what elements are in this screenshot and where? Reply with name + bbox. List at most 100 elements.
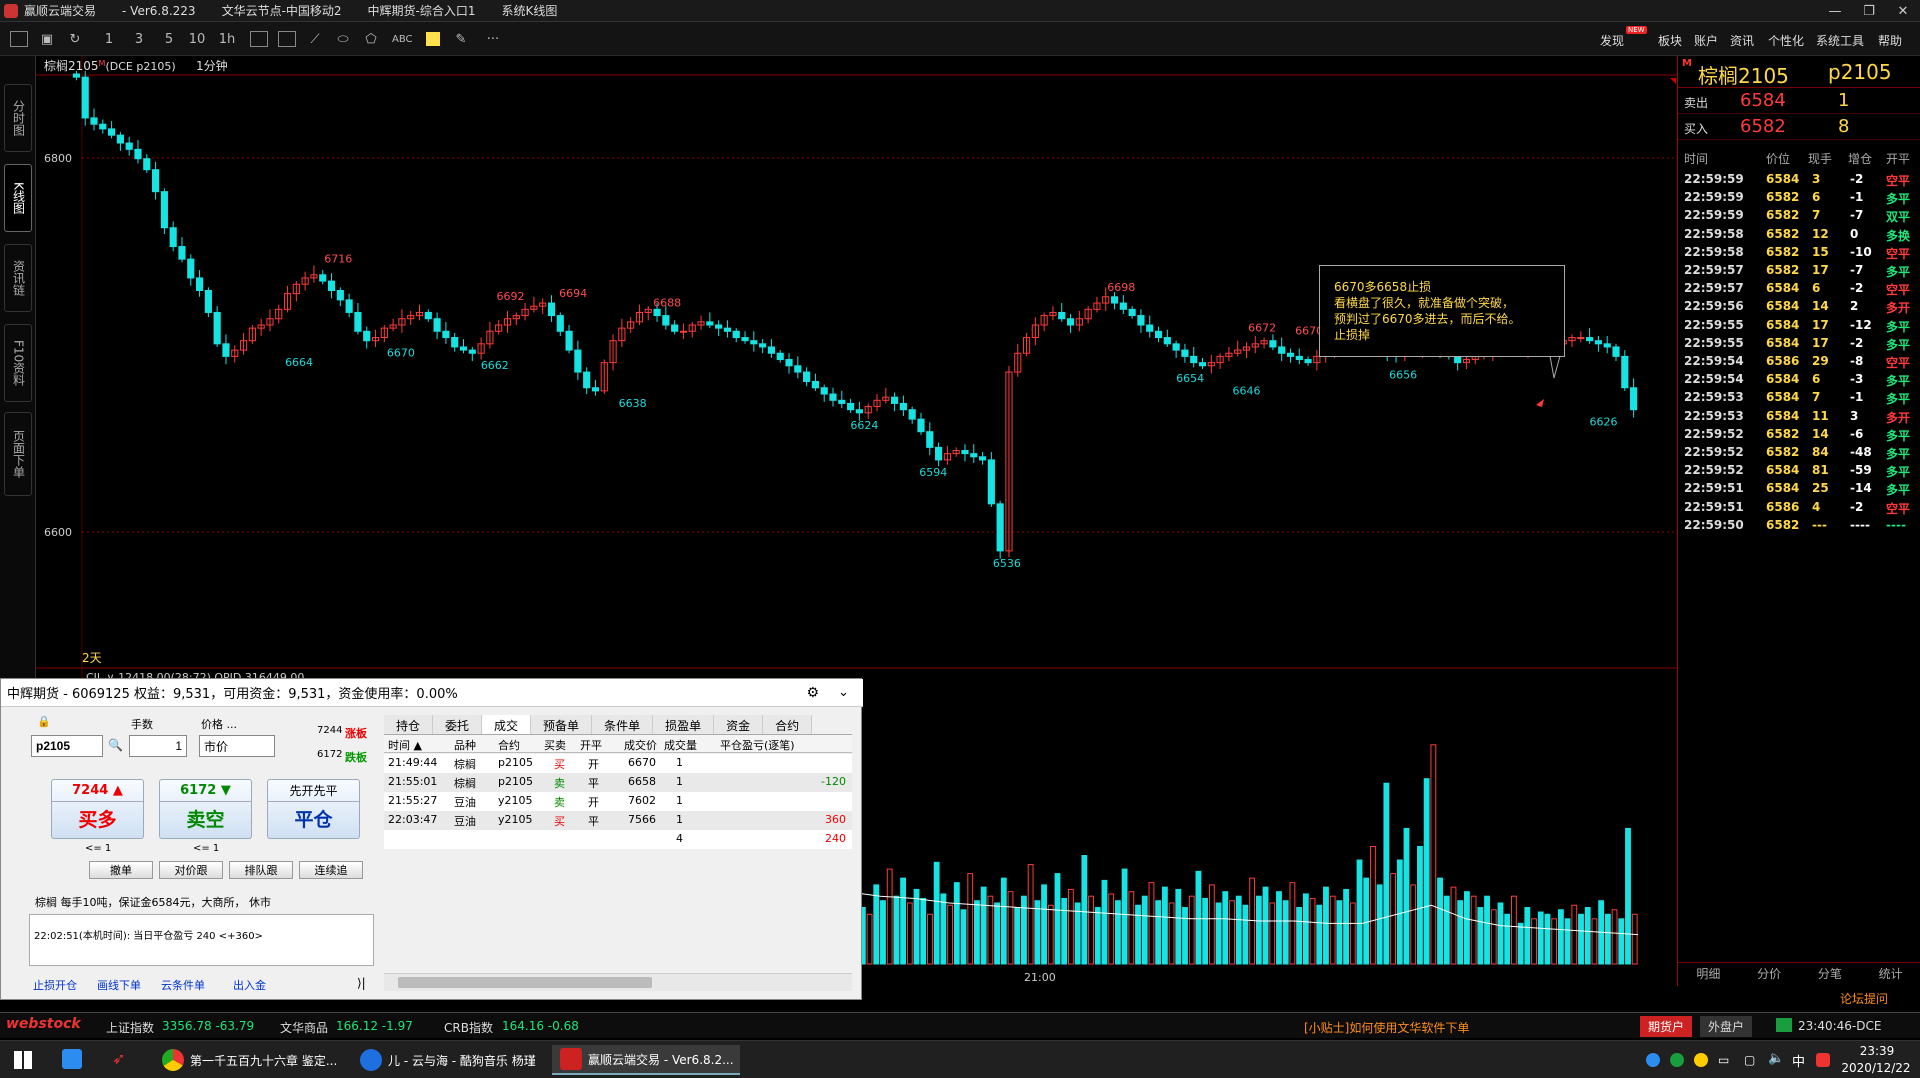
fill-row[interactable]: 21:55:01 棕榈 p2105 卖 平 6658 1 -120: [384, 773, 852, 792]
text-tool[interactable]: ABC: [392, 30, 413, 48]
contract-input[interactable]: [31, 735, 103, 757]
tray-monitor-icon[interactable]: ▢: [1744, 1053, 1755, 1067]
save-icon[interactable]: ▣: [38, 30, 56, 48]
col-openclose[interactable]: 开平: [580, 737, 602, 753]
futures-account-button[interactable]: 期货户: [1640, 1016, 1693, 1037]
tab-f10[interactable]: F10资料: [4, 324, 32, 402]
more-icon[interactable]: ···: [484, 30, 502, 48]
col-product[interactable]: 品种: [454, 737, 476, 753]
collapse-icon[interactable]: ⌄: [838, 685, 849, 700]
tray-volume-icon[interactable]: 🔈: [1768, 1051, 1784, 1066]
fill-row[interactable]: 22:03:47 豆油 y2105 买 平 7566 1 360: [384, 811, 852, 830]
task-wenhua[interactable]: 赢顺云端交易 - Ver6.8.2...: [552, 1045, 740, 1075]
tray-security-icon[interactable]: [1694, 1053, 1708, 1067]
grid-icon[interactable]: [278, 31, 296, 47]
menu-help[interactable]: 帮助: [1878, 32, 1902, 49]
period-button-3[interactable]: 3: [130, 30, 148, 48]
queue-follow-button[interactable]: 排队跟: [229, 861, 293, 879]
tab-orders[interactable]: 委托: [433, 715, 483, 734]
minimize-icon[interactable]: —: [1818, 0, 1852, 22]
refresh-icon[interactable]: ↻: [66, 30, 84, 48]
period-button-5[interactable]: 5: [160, 30, 178, 48]
tab-kline[interactable]: K线图: [4, 164, 32, 232]
settings-gear-icon[interactable]: ⚙: [806, 685, 819, 701]
tab-ticks[interactable]: 分笔: [1818, 965, 1842, 982]
split-icon[interactable]: [250, 31, 268, 47]
tab-fills[interactable]: 成交: [482, 715, 532, 734]
tab-stop[interactable]: 损盈单: [653, 715, 715, 734]
line-order-link[interactable]: 画线下单: [97, 977, 141, 993]
col-price[interactable]: 成交价: [624, 737, 657, 753]
period-button-1h[interactable]: 1h: [218, 30, 236, 48]
horizontal-scrollbar[interactable]: [384, 973, 852, 991]
menu-discover[interactable]: 发现: [1600, 32, 1624, 49]
forum-link[interactable]: 论坛提问: [1840, 990, 1888, 1007]
close-icon[interactable]: ✕: [1886, 0, 1920, 22]
tray-sogou-icon[interactable]: [1816, 1053, 1830, 1067]
menu-sector[interactable]: 板块: [1658, 32, 1682, 49]
overseas-account-button[interactable]: 外盘户: [1700, 1016, 1753, 1037]
lock-icon[interactable]: 🔒: [37, 715, 51, 728]
tab-funds[interactable]: 资金: [714, 715, 764, 734]
cancel-order-button[interactable]: 撤单: [89, 861, 153, 879]
fill-row[interactable]: 21:55:27 豆油 y2105 卖 开 7602 1: [384, 792, 852, 811]
windows-start-icon[interactable]: [14, 1051, 32, 1069]
tray-ime[interactable]: 中: [1792, 1051, 1805, 1070]
stop-loss-open-link[interactable]: 止损开仓: [33, 977, 77, 993]
tab-contracts[interactable]: 合约: [763, 715, 813, 734]
fill-row[interactable]: 21:49:44 棕榈 p2105 买 开 6670 1: [384, 754, 852, 773]
tab-conditional[interactable]: 条件单: [592, 715, 654, 734]
price-input[interactable]: [199, 735, 275, 757]
menu-account[interactable]: 账户: [1694, 32, 1718, 49]
tab-preorders[interactable]: 预备单: [531, 715, 593, 734]
tip-link[interactable]: [小贴士]如何使用文华软件下单: [1304, 1019, 1469, 1036]
layout-icon[interactable]: [10, 31, 28, 47]
col-qty[interactable]: 成交量: [664, 737, 697, 753]
volume-bar: [1390, 873, 1396, 965]
tab-page-order[interactable]: 页面下单: [4, 412, 32, 496]
period-button-10[interactable]: 10: [188, 30, 206, 48]
sell-short-button[interactable]: 6172 ▼ 卖空: [159, 779, 252, 839]
menu-tools[interactable]: 系统工具: [1816, 32, 1864, 49]
tray-time[interactable]: 23:39: [1846, 1044, 1908, 1058]
color-picker[interactable]: [426, 32, 440, 46]
expand-right-icon[interactable]: ⟩|: [357, 976, 366, 990]
close-position-button[interactable]: 先开先平 平仓: [267, 779, 360, 839]
continuous-chase-button[interactable]: 连续追: [299, 861, 363, 879]
tray-app-icon[interactable]: [1646, 1053, 1660, 1067]
menu-news[interactable]: 资讯: [1730, 32, 1754, 49]
col-time[interactable]: 时间 ▲: [388, 737, 422, 753]
tab-news-chain[interactable]: 资讯链: [4, 244, 32, 312]
period-button-1[interactable]: 1: [100, 30, 118, 48]
restore-icon[interactable]: ❐: [1852, 0, 1886, 22]
tab-timeshare[interactable]: 分时图: [4, 84, 32, 152]
line-draw-icon[interactable]: ⟋: [306, 30, 324, 48]
col-contract[interactable]: 合约: [498, 737, 520, 753]
qty-stepper[interactable]: [129, 735, 187, 757]
webstock-logo[interactable]: webstock: [6, 1016, 81, 1032]
buy-long-button[interactable]: 7244 ▲ 买多: [51, 779, 144, 839]
cloud-conditional-link[interactable]: 云条件单: [161, 977, 205, 993]
tab-detail[interactable]: 明细: [1696, 965, 1720, 982]
scroll-thumb[interactable]: [398, 977, 652, 988]
period-selector[interactable]: 1分钟: [196, 58, 228, 73]
tray-wechat-icon[interactable]: [1670, 1053, 1684, 1067]
pen-icon[interactable]: ✎: [452, 30, 470, 48]
tray-network-icon[interactable]: ▭: [1718, 1053, 1729, 1067]
tab-stats[interactable]: 统计: [1879, 965, 1903, 982]
polygon-icon[interactable]: ⬠: [362, 30, 380, 48]
menu-personalize[interactable]: 个性化: [1768, 32, 1804, 49]
col-side[interactable]: 买卖: [544, 737, 566, 753]
tab-price-dist[interactable]: 分价: [1757, 965, 1781, 982]
counter-price-button[interactable]: 对价跟: [159, 861, 223, 879]
task-chrome[interactable]: 第一千五百九十六章 鉴定...: [154, 1045, 344, 1075]
tray-date[interactable]: 2020/12/22: [1838, 1061, 1914, 1075]
task-kugou[interactable]: 儿 - 云与海 - 酷狗音乐 杨瑾: [352, 1045, 542, 1075]
deposit-withdraw-link[interactable]: 出入金: [233, 977, 266, 993]
col-pnl[interactable]: 平仓盈亏(逐笔): [720, 737, 795, 753]
search-icon[interactable]: 🔍: [108, 738, 123, 752]
tab-positions[interactable]: 持仓: [384, 715, 434, 734]
explorer-icon[interactable]: [62, 1049, 82, 1069]
app-pinned-icon[interactable]: ➶: [112, 1049, 132, 1069]
ellipse-icon[interactable]: ⬭: [334, 30, 352, 48]
